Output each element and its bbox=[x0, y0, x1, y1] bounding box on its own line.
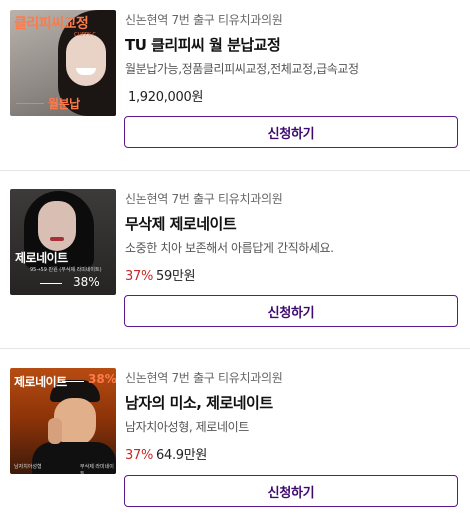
thumbnail-percent: 38% bbox=[88, 372, 116, 386]
thumbnail-subtitle-2: 무삭제 라미네이트 bbox=[80, 464, 114, 474]
product-thumbnail[interactable]: 제로네이트 38% 남자치아성형 무삭제 라미네이트 bbox=[10, 368, 116, 474]
discount-rate: 37% bbox=[125, 269, 153, 284]
thumbnail-title: 클리피씨교정 bbox=[14, 16, 89, 32]
product-info: 신논현역 7번 출구 티유치과의원 남자의 미소, 제로네이트 남자치아성형, … bbox=[125, 368, 458, 474]
product-info: 신논현역 7번 출구 티유치과의원 TU 클리피씨 월 분납교정 월분납가능,정… bbox=[125, 10, 458, 116]
product-card[interactable]: 제로네이트 95→59 만원 (무삭제 라미네이트) 38% 신논현역 7번 출… bbox=[0, 171, 470, 349]
product-price-line: 37% 64.9만원 bbox=[125, 444, 458, 463]
product-price: 64.9만원 bbox=[156, 448, 208, 463]
product-row: 제로네이트 38% 남자치아성형 무삭제 라미네이트 신논현역 7번 출구 티유… bbox=[10, 368, 458, 474]
thumbnail-title: 제로네이트 bbox=[14, 375, 67, 389]
apply-button[interactable]: 신청하기 bbox=[124, 475, 458, 507]
product-price-line: 37% 59만원 bbox=[125, 265, 458, 284]
product-list: 클리피씨교정 CLIPPY C 월분납 신논현역 7번 출구 티유치과의원 TU… bbox=[0, 0, 470, 532]
product-description: 월분납가능,정품클리피씨교정,전체교정,급속교정 bbox=[125, 62, 359, 76]
thumbnail-bottom-text: 월분납 bbox=[48, 97, 80, 111]
discount-rate: 37% bbox=[125, 448, 153, 463]
product-title[interactable]: 무삭제 제로네이트 bbox=[125, 213, 458, 234]
arrow-icon bbox=[16, 103, 44, 104]
product-thumbnail[interactable]: 클리피씨교정 CLIPPY C 월분납 bbox=[10, 10, 116, 116]
arrow-icon bbox=[62, 381, 84, 382]
product-price-line: 1,920,000원 bbox=[125, 86, 458, 105]
thumbnail-percent: 38% bbox=[73, 275, 100, 289]
product-row: 클리피씨교정 CLIPPY C 월분납 신논현역 7번 출구 티유치과의원 TU… bbox=[10, 10, 458, 116]
apply-button[interactable]: 신청하기 bbox=[124, 116, 458, 148]
thumbnail-hand-shape bbox=[48, 418, 62, 444]
clinic-name: 신논현역 7번 출구 티유치과의원 bbox=[125, 192, 283, 206]
thumbnail-face-shape bbox=[66, 34, 106, 86]
product-row: 제로네이트 95→59 만원 (무삭제 라미네이트) 38% 신논현역 7번 출… bbox=[10, 189, 458, 295]
thumbnail-face-shape bbox=[38, 201, 76, 251]
product-title[interactable]: 남자의 미소, 제로네이트 bbox=[125, 392, 458, 413]
thumbnail-subtitle: 95→59 만원 (무삭제 라미네이트) bbox=[30, 267, 102, 273]
clinic-name: 신논현역 7번 출구 티유치과의원 bbox=[125, 13, 283, 27]
clinic-name: 신논현역 7번 출구 티유치과의원 bbox=[125, 371, 283, 385]
thumbnail-subtitle: CLIPPY C bbox=[74, 32, 96, 38]
product-info: 신논현역 7번 출구 티유치과의원 무삭제 제로네이트 소중한 치아 보존해서 … bbox=[125, 189, 458, 295]
product-price: 1,920,000원 bbox=[128, 90, 204, 105]
thumbnail-title: 제로네이트 bbox=[15, 251, 68, 265]
thumbnail-lips-shape bbox=[50, 237, 64, 241]
arrow-icon bbox=[40, 283, 62, 284]
product-card[interactable]: 제로네이트 38% 남자치아성형 무삭제 라미네이트 신논현역 7번 출구 티유… bbox=[0, 349, 470, 532]
thumbnail-subtitle: 남자치아성형 bbox=[14, 464, 42, 470]
product-description: 소중한 치아 보존해서 아름답게 간직하세요. bbox=[125, 241, 334, 255]
product-price: 59만원 bbox=[156, 269, 196, 284]
product-card[interactable]: 클리피씨교정 CLIPPY C 월분납 신논현역 7번 출구 티유치과의원 TU… bbox=[0, 0, 470, 171]
product-description: 남자치아성형, 제로네이트 bbox=[125, 420, 249, 434]
product-title[interactable]: TU 클리피씨 월 분납교정 bbox=[125, 34, 458, 55]
product-thumbnail[interactable]: 제로네이트 95→59 만원 (무삭제 라미네이트) 38% bbox=[10, 189, 116, 295]
apply-button[interactable]: 신청하기 bbox=[124, 295, 458, 327]
